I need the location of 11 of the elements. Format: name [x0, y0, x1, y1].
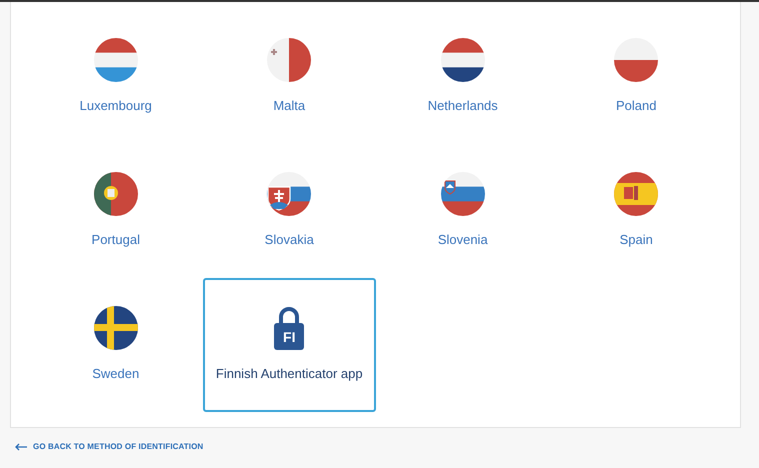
option-tile[interactable]: FI Finnish Authenticator app: [202, 278, 376, 412]
striped-flag-icon: [94, 38, 138, 82]
flag-icon: [440, 172, 485, 216]
padlock-label: FI: [282, 328, 296, 346]
flag-icon: [267, 172, 312, 216]
cross-flag-icon: [94, 306, 138, 350]
striped-flag-icon: [614, 38, 658, 82]
flag-icon: [94, 172, 138, 216]
arrow-left-icon: [15, 443, 27, 451]
back-link[interactable]: GO BACK TO METHOD OF IDENTIFICATION: [15, 441, 204, 453]
striped-flag-icon: [440, 38, 485, 82]
